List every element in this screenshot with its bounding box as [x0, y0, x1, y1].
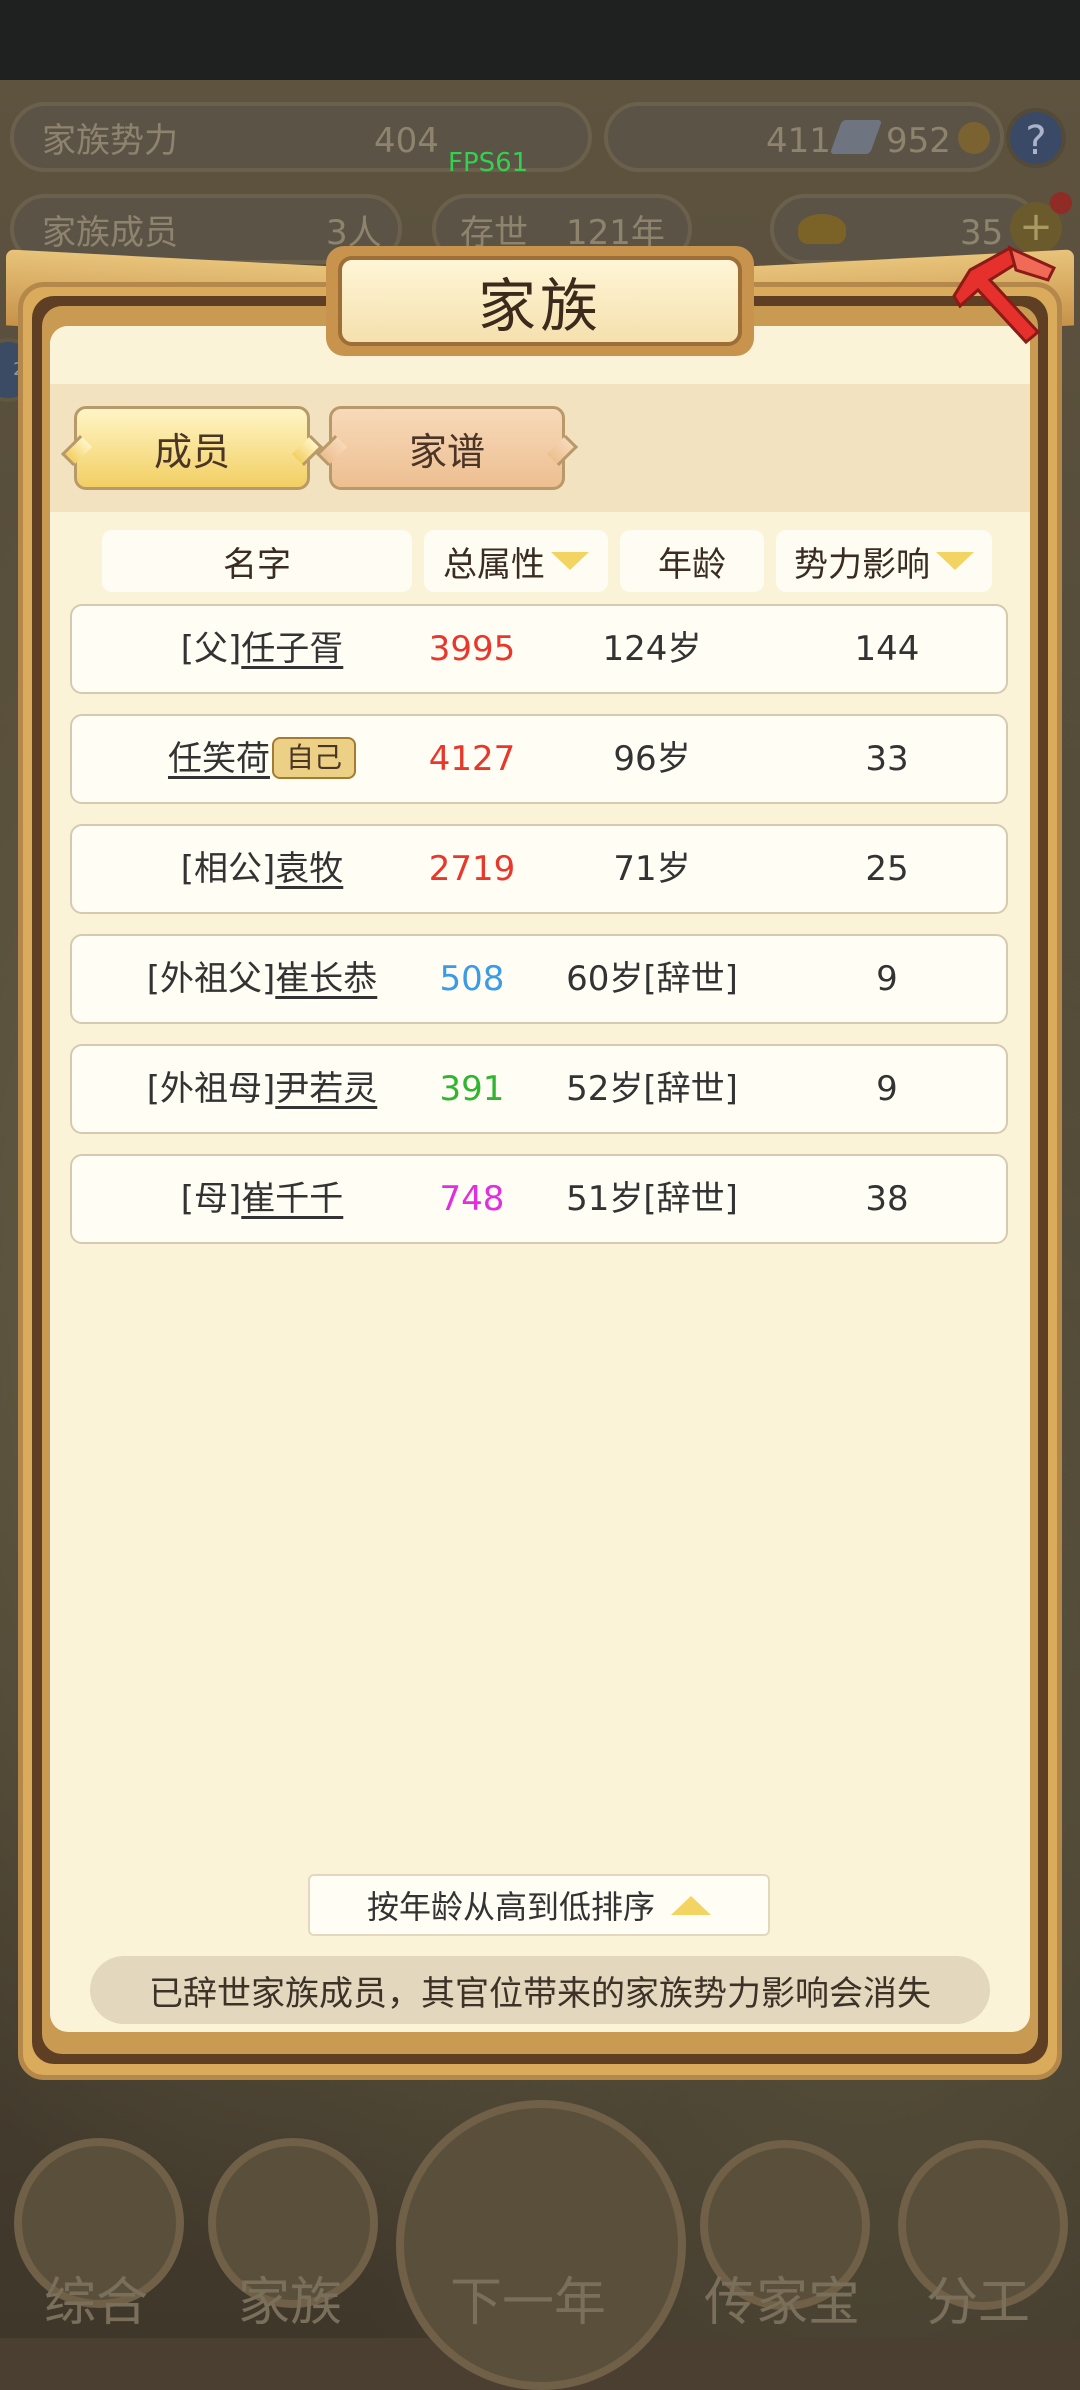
member-name-link[interactable]: 尹若灵	[275, 1069, 377, 1109]
sort-down-icon	[551, 552, 589, 570]
status-bar	[0, 0, 1080, 80]
help-button[interactable]: ?	[1006, 108, 1066, 168]
dialog-title: 家族	[477, 272, 602, 340]
column-age-label: 年龄	[658, 544, 726, 585]
dialog-title-plate: 家族	[326, 246, 754, 356]
tab-genealogy[interactable]: 家谱	[329, 406, 565, 490]
fps-counter: FPS61	[448, 148, 529, 178]
sort-down-icon	[936, 552, 974, 570]
silver-icon	[829, 120, 883, 154]
nav-general-label[interactable]: 综合	[44, 2260, 148, 2335]
nav-next-year-label[interactable]: 下一年	[450, 2260, 606, 2335]
nav-division-label[interactable]: 分工	[926, 2260, 1030, 2335]
clan-power-label: 家族势力	[42, 121, 178, 161]
clan-dialog: 成员 家谱 名字 总属性 年龄 势力影响 [父]任子胥 3995 124岁 144 任笑…	[50, 326, 1030, 2032]
sort-button[interactable]: 按年龄从高到低排序	[308, 1874, 770, 1936]
member-name-link[interactable]: 任子胥	[241, 629, 343, 669]
bottom-nav: 综合 家族 下一年 传家宝 分工	[0, 2100, 1080, 2390]
member-row[interactable]: 任笑荷 自己 4127 96岁 33	[70, 714, 1008, 804]
currency-pill: 411 952	[604, 102, 1004, 172]
notice-banner: 已辞世家族成员，其官位带来的家族势力影响会消失	[90, 1956, 990, 2024]
member-influence: 25	[865, 849, 909, 889]
member-influence: 144	[854, 629, 920, 669]
member-relation: [相公]	[180, 849, 276, 889]
column-age-header: 年龄	[620, 530, 764, 592]
member-name-link[interactable]: 崔千千	[241, 1179, 343, 1219]
tab-members[interactable]: 成员	[74, 406, 310, 490]
nav-next-year-icon[interactable]	[396, 2100, 686, 2390]
member-influence: 9	[876, 1069, 898, 1109]
tab-members-label: 成员	[153, 429, 230, 474]
column-attr-header[interactable]: 总属性	[424, 530, 608, 592]
member-influence: 33	[865, 739, 909, 779]
notice-text: 已辞世家族成员，其官位带来的家族势力影响会消失	[149, 1973, 931, 2014]
clan-power-value: 404	[374, 121, 439, 161]
member-influence: 38	[865, 1179, 909, 1219]
member-row[interactable]: [外祖父]崔长恭 508 60岁[辞世] 9	[70, 934, 1008, 1024]
nav-heirloom-label[interactable]: 传家宝	[704, 2260, 860, 2335]
column-influence-header[interactable]: 势力影响	[776, 530, 992, 592]
member-name-link[interactable]: 任笑荷	[168, 739, 270, 779]
member-relation: [母]	[180, 1179, 242, 1219]
column-attr-label: 总属性	[443, 544, 545, 585]
self-badge: 自己	[271, 736, 356, 779]
column-influence-label: 势力影响	[794, 544, 930, 585]
member-row[interactable]: [母]崔千千 748 51岁[辞世] 38	[70, 1154, 1008, 1244]
member-name-link[interactable]: 袁牧	[275, 849, 343, 889]
coin-icon	[958, 122, 990, 154]
member-relation: [父]	[180, 629, 242, 669]
column-name-label: 名字	[223, 544, 291, 585]
column-name-header: 名字	[102, 530, 412, 592]
member-influence: 9	[876, 959, 898, 999]
member-relation: [外祖父]	[146, 959, 276, 999]
member-name-link[interactable]: 崔长恭	[275, 959, 377, 999]
member-row[interactable]: [外祖母]尹若灵 391 52岁[辞世] 9	[70, 1044, 1008, 1134]
gold-ingot-icon	[798, 214, 846, 244]
member-relation: [外祖母]	[146, 1069, 276, 1109]
close-icon[interactable]	[950, 240, 1058, 350]
sort-label: 按年龄从高到低排序	[366, 1888, 655, 1926]
sort-up-icon	[671, 1895, 711, 1915]
member-row[interactable]: [父]任子胥 3995 124岁 144	[70, 604, 1008, 694]
tab-genealogy-label: 家谱	[408, 429, 485, 474]
notification-dot	[1050, 192, 1072, 214]
silver-value: 411	[766, 121, 831, 161]
member-row[interactable]: [相公]袁牧 2719 71岁 25	[70, 824, 1008, 914]
copper-value: 952	[886, 121, 951, 161]
nav-clan-label[interactable]: 家族	[238, 2260, 342, 2335]
